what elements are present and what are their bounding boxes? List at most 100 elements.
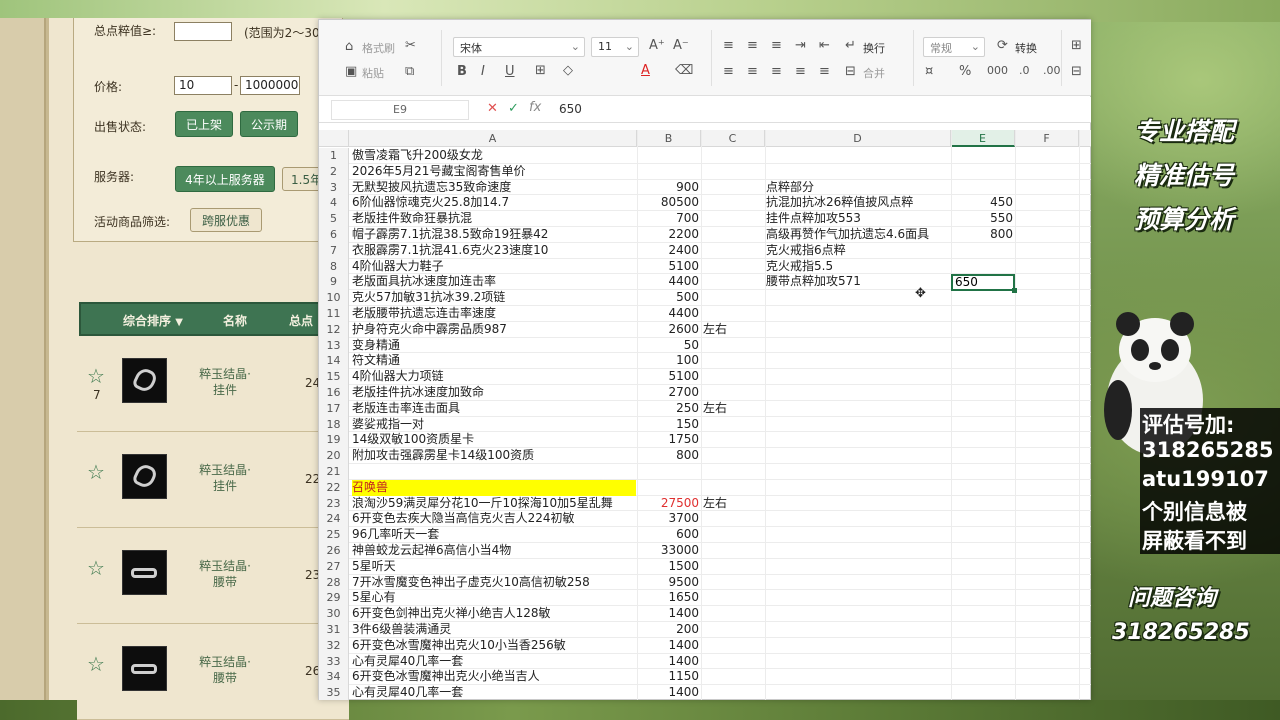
cell-b[interactable]: 4400 [637, 306, 699, 322]
font-color-icon[interactable]: A [641, 63, 650, 78]
cell-c[interactable] [703, 448, 763, 464]
cell-c[interactable] [703, 464, 763, 480]
cell-b[interactable]: 200 [637, 622, 699, 638]
cell-d[interactable] [766, 401, 951, 417]
cell-c[interactable] [703, 559, 763, 575]
cell-d[interactable] [766, 606, 951, 622]
column-header-c[interactable]: C [701, 130, 765, 147]
cell-d[interactable]: 抗混加抗冰26粹值披风点粹 [766, 195, 951, 211]
cell-d[interactable]: 挂件点粹加攻553 [766, 211, 951, 227]
cell-b[interactable]: 1650 [637, 590, 699, 606]
cell-d[interactable]: 克火戒指5.5 [766, 259, 951, 275]
cell-b[interactable]: 150 [637, 417, 699, 433]
cell-c[interactable] [703, 622, 763, 638]
wrap-icon[interactable]: ↵ [845, 38, 856, 53]
row-number[interactable]: 29 [319, 590, 349, 607]
cell-a[interactable]: 3件6级兽装满通灵 [352, 622, 636, 638]
row-number[interactable]: 17 [319, 400, 349, 417]
cell-a[interactable]: 4阶仙器大力项链 [352, 369, 636, 385]
list-item[interactable]: ☆ 粹玉结晶·腰带 23 [77, 528, 349, 624]
row-number[interactable]: 23 [319, 495, 349, 512]
cell-d[interactable] [766, 306, 951, 322]
cell-a[interactable]: 婆娑戒指一对 [352, 417, 636, 433]
cell-c[interactable] [703, 274, 763, 290]
cell-b[interactable]: 500 [637, 290, 699, 306]
cell-b[interactable]: 80500 [637, 195, 699, 211]
cell-d[interactable] [766, 590, 951, 606]
row-number[interactable]: 19 [319, 432, 349, 449]
cell-a[interactable]: 2026年5月21号藏宝阁寄售单价 [352, 164, 636, 180]
cell-d[interactable] [766, 448, 951, 464]
row-number[interactable]: 27 [319, 558, 349, 575]
increase-decimal-icon[interactable]: .0 [1019, 64, 1030, 77]
cell-e[interactable] [951, 559, 1015, 575]
cell-a[interactable]: 护身符克火命中霹雳品质987 [352, 322, 636, 338]
cell-c[interactable] [703, 211, 763, 227]
cell-c[interactable] [703, 480, 763, 496]
cell-a[interactable]: 6开变色冰雪魔神出克火小绝当吉人 [352, 669, 636, 685]
cell-d[interactable]: 点粹部分 [766, 180, 951, 196]
server-4y-button[interactable]: 4年以上服务器 [175, 166, 275, 192]
cell-c[interactable] [703, 606, 763, 622]
cell-a[interactable]: 神兽蛟龙云起禅6高信小当4物 [352, 543, 636, 559]
cancel-icon[interactable]: ✕ [487, 101, 498, 116]
item-thumbnail[interactable] [122, 550, 167, 595]
cell-e[interactable] [951, 259, 1015, 275]
row-number[interactable]: 34 [319, 669, 349, 686]
cell-b[interactable]: 100 [637, 353, 699, 369]
cell-e[interactable] [951, 148, 1015, 164]
list-item[interactable]: ☆ 粹玉结晶·腰带 26 [77, 624, 349, 720]
cell-a[interactable] [352, 464, 636, 480]
row-number[interactable]: 4 [319, 195, 349, 212]
cell-a[interactable]: 傲雪凌霜飞升200级女龙 [352, 148, 636, 164]
justify-icon[interactable]: ≡ [795, 64, 806, 79]
cell-e[interactable]: 450 [951, 195, 1015, 211]
cell-d[interactable] [766, 322, 951, 338]
cell-d[interactable] [766, 480, 951, 496]
cell-a[interactable]: 老版挂件抗冰速度加致命 [352, 385, 636, 401]
cell-a[interactable]: 符文精通 [352, 353, 636, 369]
item-name[interactable]: 粹玉结晶·腰带 [195, 558, 255, 590]
cell-b[interactable] [637, 480, 699, 496]
cell-d[interactable] [766, 417, 951, 433]
cell-a[interactable]: 7开冰雪魔变色神出子虚克火10高信初敏258 [352, 575, 636, 591]
favorite-star-icon[interactable]: ☆ [87, 460, 105, 484]
align-right-icon[interactable]: ≡ [771, 64, 782, 79]
cell-a[interactable]: 衣服霹雳7.1抗混41.6克火23速度10 [352, 243, 636, 259]
indent-icon[interactable]: ⇥ [795, 38, 806, 53]
cell-b[interactable]: 33000 [637, 543, 699, 559]
percent-icon[interactable]: % [959, 64, 971, 79]
cell-e[interactable] [951, 448, 1015, 464]
cell-e[interactable] [951, 180, 1015, 196]
cell-a[interactable]: 老版面具抗冰速度加连击率 [352, 274, 636, 290]
cell-a[interactable]: 5星心有 [352, 590, 636, 606]
styles-icon[interactable]: ⊞ [1071, 38, 1082, 53]
row-number[interactable]: 24 [319, 511, 349, 528]
merge-icon[interactable]: ⊟ [845, 64, 856, 79]
decrease-font-icon[interactable]: A⁻ [673, 38, 689, 53]
comma-style-icon[interactable]: 000 [987, 64, 1008, 77]
cell-a[interactable]: 召唤兽 [352, 479, 636, 496]
cell-a[interactable]: 14级双敏100资质星卡 [352, 432, 636, 448]
cell-c[interactable] [703, 243, 763, 259]
cell-d[interactable] [766, 622, 951, 638]
cell-c[interactable] [703, 259, 763, 275]
font-name-select[interactable]: 宋体 ⌄ [453, 37, 585, 57]
name-box[interactable]: E9 [331, 100, 469, 120]
cell-d[interactable] [766, 559, 951, 575]
price-min-input[interactable]: 10 [174, 76, 232, 95]
cell-b[interactable]: 250 [637, 401, 699, 417]
cell-b[interactable]: 1400 [637, 638, 699, 654]
column-header-e[interactable]: E [951, 130, 1015, 147]
cell-b[interactable]: 2700 [637, 385, 699, 401]
list-item[interactable]: ☆ 7 粹玉结晶·挂件 24 [77, 336, 349, 432]
cell-a[interactable]: 老版挂件致命狂暴抗混 [352, 211, 636, 227]
cell-c[interactable] [703, 290, 763, 306]
cell-c[interactable]: 左右 [703, 322, 763, 338]
row-number[interactable]: 35 [319, 685, 349, 700]
cell-b[interactable]: 800 [637, 448, 699, 464]
sheet-grid[interactable]: A B C D E F 1 傲雪凌霜飞升200级女龙 2 2026年5月21号藏宝阁寄… [319, 130, 1091, 700]
wrap-label[interactable]: 换行 [863, 40, 885, 56]
item-name[interactable]: 粹玉结晶·挂件 [195, 462, 255, 494]
cut-icon[interactable]: ✂ [405, 38, 416, 53]
